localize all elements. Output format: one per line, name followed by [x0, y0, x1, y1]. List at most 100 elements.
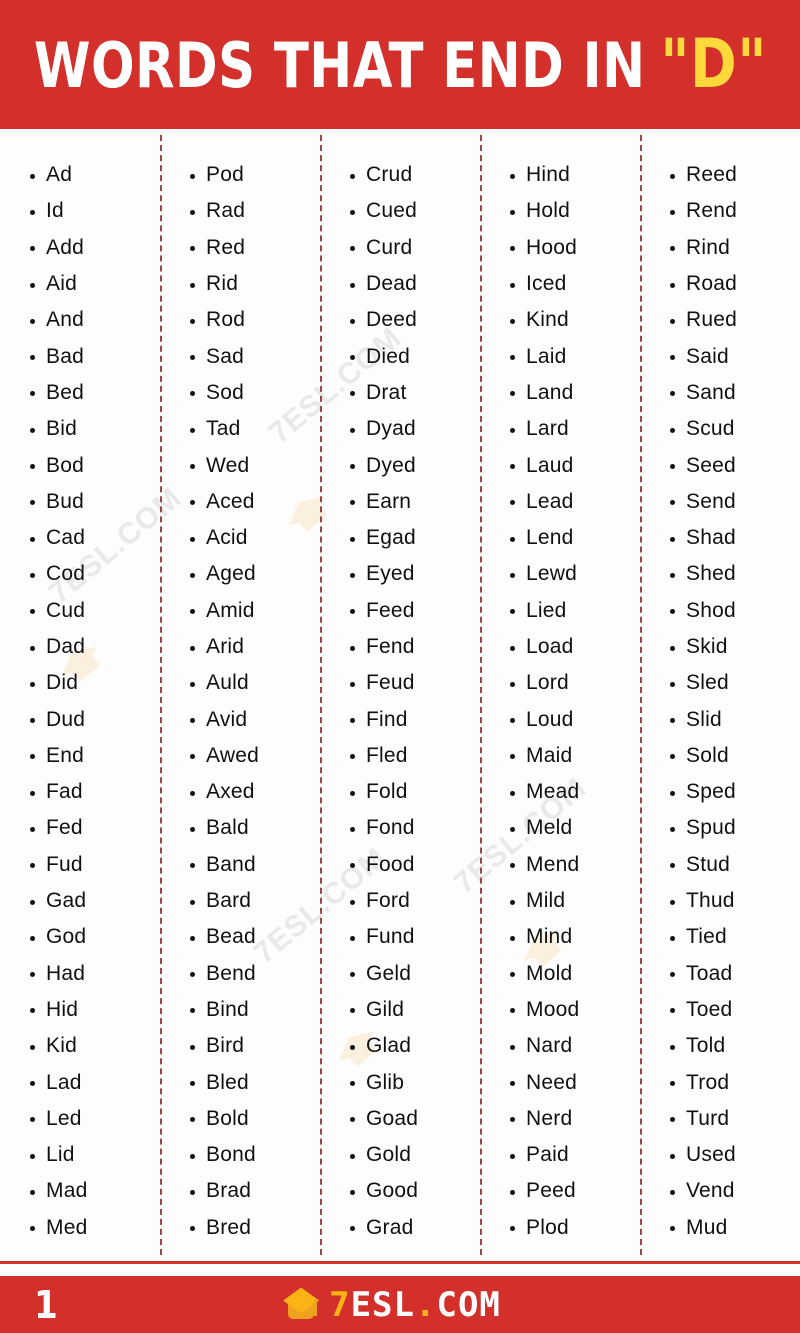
word-label: Fed	[46, 816, 83, 840]
word-list-item: Hind	[510, 157, 640, 193]
word-list-item: Mind	[510, 919, 640, 955]
word-list-item: Cud	[30, 593, 160, 629]
word-list-item: Ford	[350, 883, 480, 919]
word-list-item: Dead	[350, 266, 480, 302]
word-label: Meld	[526, 816, 573, 840]
word-list-item: Lid	[30, 1137, 160, 1173]
bullet-icon	[190, 645, 195, 651]
word-label: Bed	[46, 380, 84, 404]
word-list-item: Had	[30, 956, 160, 992]
word-label: Plod	[526, 1215, 569, 1239]
word-list-item: Lord	[510, 665, 640, 701]
word-list-item: Mad	[30, 1173, 160, 1209]
word-label: Stud	[686, 852, 730, 876]
word-label: Fend	[366, 635, 415, 658]
word-label: Auld	[206, 671, 249, 695]
word-list-item: Tied	[670, 919, 800, 955]
word-column-5: Reed Rend Rind Road Rued Said Sand Scud Seed Send…	[640, 135, 800, 1261]
word-label: Ad	[46, 163, 73, 187]
bullet-icon	[350, 464, 355, 470]
word-label: Thud	[686, 889, 735, 913]
bullet-icon	[30, 645, 35, 651]
word-label: Mad	[46, 1179, 88, 1203]
bullet-icon	[670, 972, 675, 978]
word-list-item: Bud	[30, 484, 160, 520]
word-list-item: Peed	[510, 1173, 640, 1209]
word-list-item: Feed	[350, 593, 480, 629]
bullet-icon	[190, 899, 195, 905]
bullet-icon	[350, 1153, 355, 1159]
bullet-icon	[670, 899, 675, 905]
word-list-item: Sad	[190, 338, 320, 374]
word-list-item: Bond	[190, 1137, 320, 1173]
bullet-icon	[30, 1189, 35, 1195]
bullet-icon	[670, 790, 675, 796]
bullet-icon	[30, 863, 35, 869]
word-list-item: Awed	[190, 738, 320, 774]
word-label: Paid	[526, 1143, 569, 1167]
bullet-icon	[30, 427, 35, 433]
word-label: Nard	[526, 1034, 573, 1058]
bullet-icon	[350, 1081, 355, 1087]
word-label: Need	[526, 1070, 578, 1094]
bullet-icon	[190, 972, 195, 978]
bullet-icon	[30, 1226, 35, 1232]
site-logo[interactable]: 7 ESL. COM	[283, 1287, 501, 1322]
word-list-item: Shad	[670, 520, 800, 556]
bullet-icon	[30, 754, 35, 760]
word-label: Loud	[526, 707, 574, 731]
infographic-page: WORDS THAT END IN "D" 7ESL.COM 7ESL.COM 7…	[0, 0, 800, 1333]
word-list-item: Fold	[350, 774, 480, 810]
word-label: Lied	[526, 598, 567, 622]
bullet-icon	[30, 1044, 35, 1050]
bullet-icon	[510, 427, 515, 433]
word-label: Rend	[686, 199, 738, 223]
word-list-item: God	[30, 919, 160, 955]
word-list-item: Fund	[350, 919, 480, 955]
bullet-icon	[30, 1117, 35, 1123]
word-list-item: Eyed	[350, 556, 480, 592]
word-list-item: Mood	[510, 992, 640, 1028]
word-list: Hind Hold Hood Iced Kind Laid Land Lard Laud Lead…	[510, 157, 640, 1246]
bullet-icon	[350, 609, 355, 615]
bullet-icon	[30, 935, 35, 941]
bullet-icon	[350, 318, 355, 324]
word-list-item: Bad	[30, 338, 160, 374]
page-title-accent: "D"	[659, 24, 767, 104]
word-label: Maid	[526, 743, 573, 767]
bullet-icon	[190, 1153, 195, 1159]
bullet-icon	[350, 246, 355, 252]
bullet-icon	[510, 572, 515, 578]
word-label: Told	[686, 1034, 726, 1058]
bullet-icon	[350, 935, 355, 941]
word-label: Curd	[366, 235, 413, 259]
word-list-item: Gild	[350, 992, 480, 1028]
word-list-item: Send	[670, 484, 800, 520]
word-list-item: Amid	[190, 593, 320, 629]
bullet-icon	[350, 645, 355, 651]
word-label: End	[46, 743, 84, 767]
bullet-icon	[670, 863, 675, 869]
word-label: Toed	[686, 997, 733, 1021]
word-label: Road	[686, 272, 738, 296]
word-label: Rued	[686, 308, 738, 332]
bullet-icon	[30, 536, 35, 542]
word-label: Laud	[526, 453, 574, 477]
word-list-item: Turd	[670, 1101, 800, 1137]
word-label: Nerd	[526, 1106, 573, 1130]
bullet-icon	[190, 1189, 195, 1195]
bullet-icon	[670, 645, 675, 651]
bullet-icon	[30, 391, 35, 397]
bullet-icon	[670, 1117, 675, 1123]
bullet-icon	[30, 681, 35, 687]
word-label: Kid	[46, 1034, 77, 1058]
bullet-icon	[350, 826, 355, 832]
word-list-item: Mild	[510, 883, 640, 919]
word-list-item: And	[30, 302, 160, 338]
word-list-item: Bird	[190, 1028, 320, 1064]
word-list-item: Thud	[670, 883, 800, 919]
word-list-item: Find	[350, 701, 480, 737]
word-label: Dead	[366, 272, 418, 296]
word-label: Lead	[526, 489, 574, 513]
word-label: Skid	[686, 635, 728, 658]
